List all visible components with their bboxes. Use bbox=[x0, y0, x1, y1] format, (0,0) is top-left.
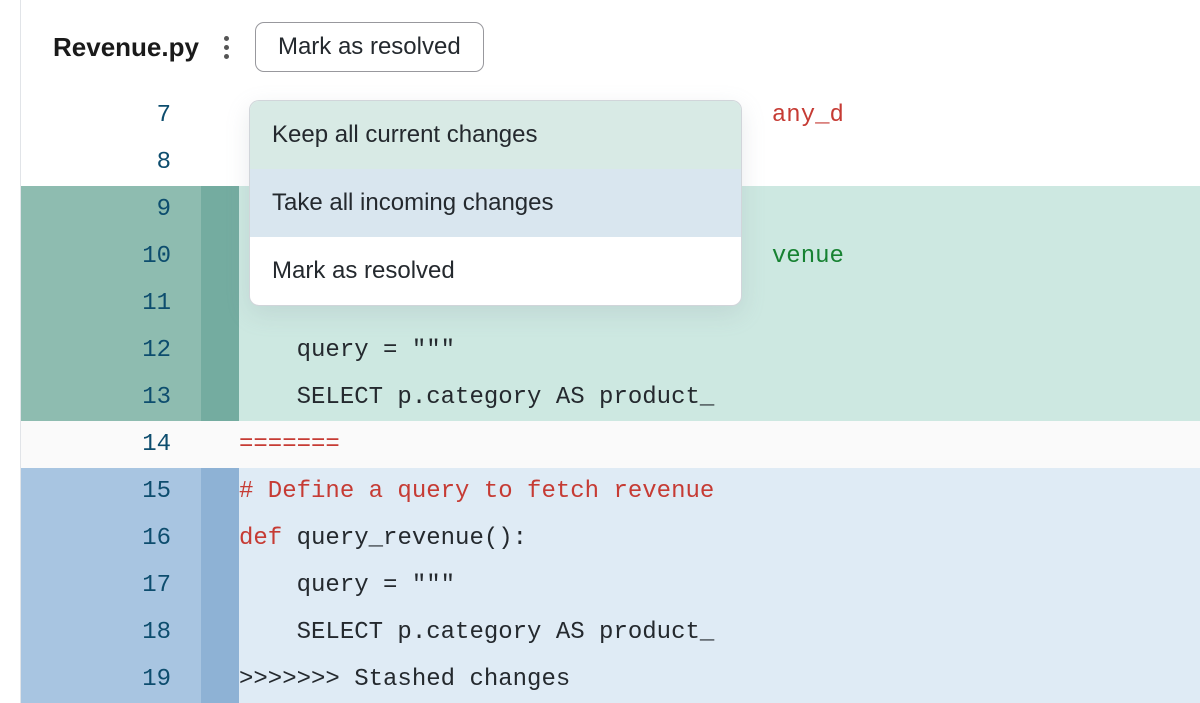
line-number: 8 bbox=[21, 139, 201, 186]
line-number: 16 bbox=[21, 515, 201, 562]
line-number: 12 bbox=[21, 327, 201, 374]
gutter-marker bbox=[201, 139, 239, 186]
conflict-actions-menu: Keep all current changes Take all incomi… bbox=[249, 100, 742, 306]
line-number: 17 bbox=[21, 562, 201, 609]
line-number: 15 bbox=[21, 468, 201, 515]
code-content[interactable]: def query_revenue(): bbox=[239, 515, 1200, 562]
mark-resolved-button[interactable]: Mark as resolved bbox=[255, 22, 484, 72]
gutter-marker bbox=[201, 421, 239, 468]
code-line: 15 # Define a query to fetch revenue bbox=[21, 468, 1200, 515]
code-line: 13 SELECT p.category AS product_ bbox=[21, 374, 1200, 421]
code-line: 17 query = """ bbox=[21, 562, 1200, 609]
code-line: 18 SELECT p.category AS product_ bbox=[21, 609, 1200, 656]
line-number: 7 bbox=[21, 92, 201, 139]
gutter-marker bbox=[201, 609, 239, 656]
gutter-marker bbox=[201, 562, 239, 609]
line-number: 13 bbox=[21, 374, 201, 421]
code-content[interactable]: >>>>>>> Stashed changes bbox=[239, 656, 1200, 703]
line-number: 9 bbox=[21, 186, 201, 233]
gutter-marker bbox=[201, 280, 239, 327]
gutter-marker bbox=[201, 374, 239, 421]
menu-mark-resolved[interactable]: Mark as resolved bbox=[250, 237, 741, 305]
line-number: 14 bbox=[21, 421, 201, 468]
code-content[interactable]: query = """ bbox=[239, 562, 1200, 609]
line-number: 11 bbox=[21, 280, 201, 327]
code-line: 19 >>>>>>> Stashed changes bbox=[21, 656, 1200, 703]
code-content[interactable]: SELECT p.category AS product_ bbox=[239, 374, 1200, 421]
filename: Revenue.py bbox=[53, 32, 199, 63]
gutter-marker bbox=[201, 92, 239, 139]
gutter-marker bbox=[201, 327, 239, 374]
kebab-menu-icon[interactable] bbox=[217, 33, 237, 61]
menu-keep-current[interactable]: Keep all current changes bbox=[250, 101, 741, 169]
code-content[interactable]: SELECT p.category AS product_ bbox=[239, 609, 1200, 656]
gutter-marker bbox=[201, 656, 239, 703]
gutter-marker bbox=[201, 515, 239, 562]
code-content[interactable]: ======= bbox=[239, 421, 1200, 468]
line-number: 18 bbox=[21, 609, 201, 656]
code-line: 16 def query_revenue(): bbox=[21, 515, 1200, 562]
line-number: 10 bbox=[21, 233, 201, 280]
gutter-marker bbox=[201, 468, 239, 515]
code-content[interactable]: # Define a query to fetch revenue bbox=[239, 468, 1200, 515]
line-number: 19 bbox=[21, 656, 201, 703]
gutter-marker bbox=[201, 186, 239, 233]
menu-take-incoming[interactable]: Take all incoming changes bbox=[250, 169, 741, 237]
code-content[interactable]: query = """ bbox=[239, 327, 1200, 374]
code-line: 12 query = """ bbox=[21, 327, 1200, 374]
file-diff-container: Revenue.py Mark as resolved 7 xxxxxxxxxx… bbox=[20, 0, 1200, 703]
file-header: Revenue.py Mark as resolved bbox=[21, 10, 1200, 92]
code-line: 14 ======= bbox=[21, 421, 1200, 468]
gutter-marker bbox=[201, 233, 239, 280]
